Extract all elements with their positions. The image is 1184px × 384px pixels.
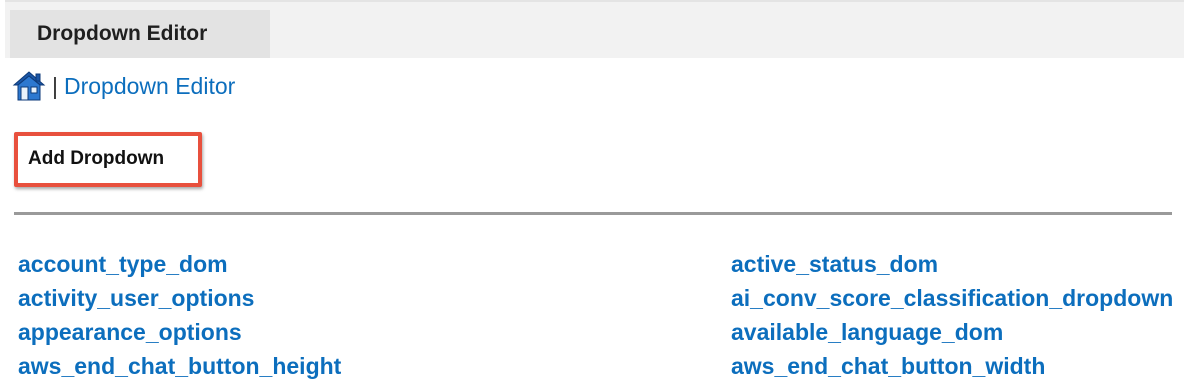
breadcrumb-dropdown-editor-link[interactable]: Dropdown Editor (64, 73, 235, 100)
dropdown-link-aws-end-chat-button-width[interactable]: aws_end_chat_button_width (731, 349, 1184, 383)
divider (14, 212, 1172, 215)
dropdown-link-appearance-options[interactable]: appearance_options (18, 315, 341, 349)
home-icon[interactable] (12, 69, 46, 103)
dropdown-link-active-status-dom[interactable]: active_status_dom (731, 247, 1184, 281)
dropdown-list-left: account_type_dom activity_user_options a… (18, 247, 341, 383)
dropdown-link-aws-end-chat-button-height[interactable]: aws_end_chat_button_height (18, 349, 341, 383)
add-dropdown-highlight: Add Dropdown (14, 132, 202, 187)
dropdown-editor-page: Dropdown Editor | Dropdown Editor Add Dr… (0, 0, 1184, 384)
tab-dropdown-editor[interactable]: Dropdown Editor (10, 10, 270, 58)
breadcrumb-separator: | (52, 72, 58, 99)
dropdown-link-activity-user-options[interactable]: activity_user_options (18, 281, 341, 315)
breadcrumb: | Dropdown Editor (12, 68, 235, 104)
dropdown-link-account-type-dom[interactable]: account_type_dom (18, 247, 341, 281)
header-bar: Dropdown Editor (5, 0, 1184, 58)
dropdown-link-ai-conv-score-classification[interactable]: ai_conv_score_classification_dropdown (731, 281, 1184, 315)
add-dropdown-button[interactable]: Add Dropdown (28, 148, 164, 170)
dropdown-list-right: active_status_dom ai_conv_score_classifi… (731, 247, 1184, 383)
dropdown-link-available-language-dom[interactable]: available_language_dom (731, 315, 1184, 349)
